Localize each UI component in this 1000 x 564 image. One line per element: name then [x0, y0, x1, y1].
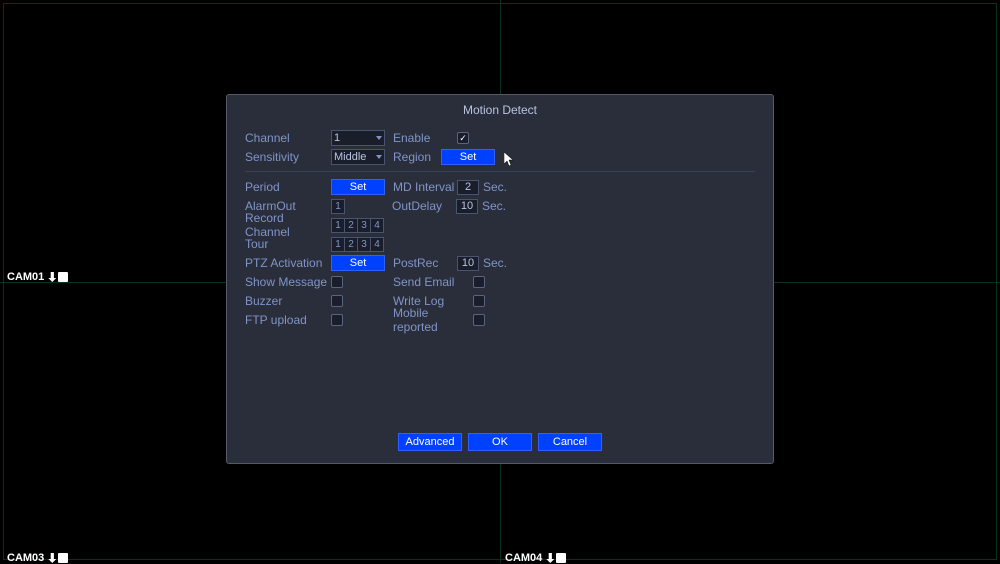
show-message-label: Show Message	[245, 275, 331, 289]
buzzer-checkbox[interactable]	[331, 295, 343, 307]
dialog-footer: Advanced OK Cancel	[227, 433, 773, 451]
outdelay-input[interactable]: 10	[456, 199, 478, 214]
send-email-label: Send Email	[393, 275, 473, 289]
channel-label: Channel	[245, 131, 331, 145]
dialog-title: Motion Detect	[227, 95, 773, 129]
tour-channel-3[interactable]: 3	[357, 237, 371, 252]
camera-label-1: CAM01	[7, 271, 68, 283]
record-channel-1[interactable]: 1	[331, 218, 345, 233]
channel-select[interactable]: 1	[331, 130, 385, 146]
ok-button[interactable]: OK	[468, 433, 532, 451]
sec-label: Sec.	[482, 199, 506, 213]
divider	[245, 171, 755, 172]
outdelay-label: OutDelay	[392, 199, 456, 213]
tour-channel-1[interactable]: 1	[331, 237, 345, 252]
sensitivity-label: Sensitivity	[245, 150, 331, 164]
tour-label: Tour	[245, 237, 331, 251]
mobile-reported-label: Mobile reported	[393, 306, 473, 334]
record-icon	[58, 553, 68, 563]
chevron-down-icon	[376, 155, 382, 159]
sensitivity-select[interactable]: Middle	[331, 149, 385, 165]
tour-channel-2[interactable]: 2	[344, 237, 358, 252]
mic-icon	[48, 272, 56, 282]
show-message-checkbox[interactable]	[331, 276, 343, 288]
advanced-button[interactable]: Advanced	[398, 433, 462, 451]
chevron-down-icon	[376, 136, 382, 140]
record-icon	[58, 272, 68, 282]
enable-checkbox[interactable]: ✓	[457, 132, 469, 144]
send-email-checkbox[interactable]	[473, 276, 485, 288]
mic-icon	[48, 553, 56, 563]
buzzer-label: Buzzer	[245, 294, 331, 308]
md-interval-input[interactable]: 2	[457, 180, 479, 195]
mic-icon	[546, 553, 554, 563]
tour-channel-4[interactable]: 4	[370, 237, 384, 252]
record-channel-2[interactable]: 2	[344, 218, 358, 233]
period-set-button[interactable]: Set	[331, 179, 385, 195]
alarmout-channel-1[interactable]: 1	[331, 199, 345, 214]
camera-label-3: CAM03	[7, 552, 68, 564]
cancel-button[interactable]: Cancel	[538, 433, 602, 451]
region-set-button[interactable]: Set	[441, 149, 495, 165]
period-label: Period	[245, 180, 331, 194]
md-interval-label: MD Interval	[393, 180, 457, 194]
record-channel-4[interactable]: 4	[370, 218, 384, 233]
enable-label: Enable	[393, 131, 441, 145]
sec-label: Sec.	[483, 256, 507, 270]
ptz-set-button[interactable]: Set	[331, 255, 385, 271]
postrec-input[interactable]: 10	[457, 256, 479, 271]
mobile-reported-checkbox[interactable]	[473, 314, 485, 326]
camera-label-4: CAM04	[505, 552, 566, 564]
write-log-checkbox[interactable]	[473, 295, 485, 307]
record-channel-3[interactable]: 3	[357, 218, 371, 233]
postrec-label: PostRec	[393, 256, 457, 270]
motion-detect-dialog: Motion Detect Channel 1 Enable ✓ Sensiti…	[226, 94, 774, 464]
ptz-label: PTZ Activation	[245, 256, 331, 270]
record-channel-label: Record Channel	[245, 211, 331, 239]
record-icon	[556, 553, 566, 563]
ftp-upload-checkbox[interactable]	[331, 314, 343, 326]
ftp-upload-label: FTP upload	[245, 313, 331, 327]
region-label: Region	[393, 150, 441, 164]
sec-label: Sec.	[483, 180, 507, 194]
